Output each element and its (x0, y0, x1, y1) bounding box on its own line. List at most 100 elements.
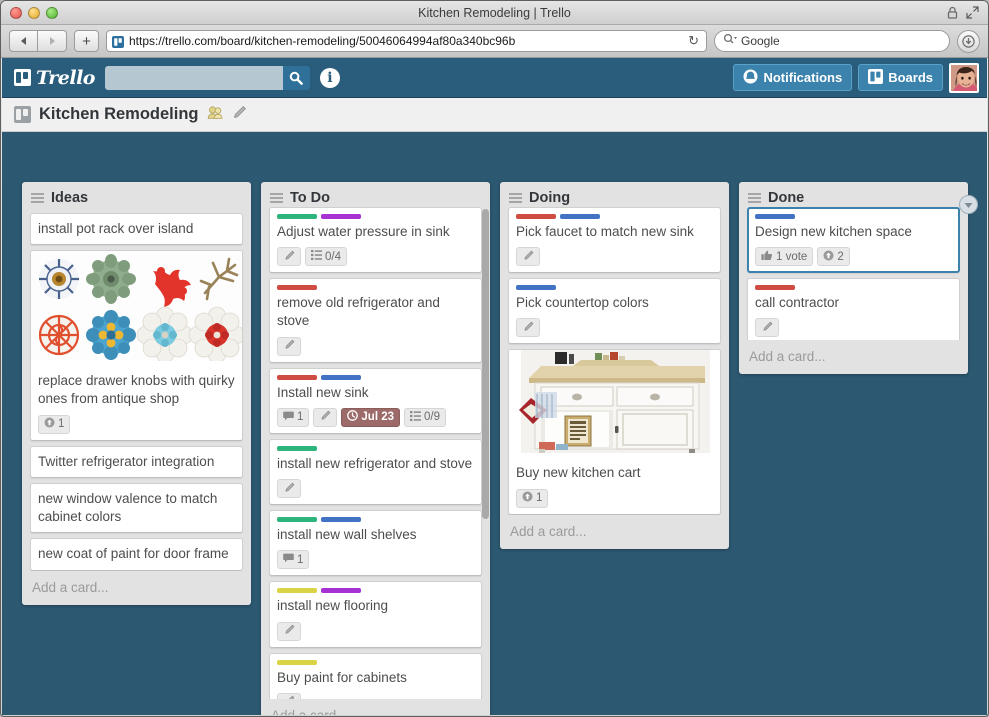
card-badges (516, 247, 713, 267)
reload-button[interactable]: ↻ (688, 33, 701, 49)
boards-icon (868, 68, 884, 87)
label-red[interactable] (516, 214, 556, 219)
edit-badge[interactable] (755, 318, 779, 338)
card-cover-image (509, 350, 720, 458)
badge-text: 1 (536, 492, 543, 505)
attachment-badge[interactable]: 1 (516, 488, 549, 508)
comment-badge[interactable]: 1 (277, 407, 310, 427)
checklist-badge[interactable]: 0/4 (305, 247, 347, 267)
add-card-button[interactable]: Add a card... (739, 340, 968, 370)
card-badges (277, 692, 474, 699)
pencil-icon (284, 695, 295, 699)
label-blue[interactable] (321, 517, 361, 523)
pencil-icon (284, 482, 295, 496)
edit-badge[interactable] (277, 479, 301, 499)
card[interactable]: install new wall shelves 1 (269, 510, 482, 577)
vote-badge[interactable]: 1 vote (755, 247, 814, 267)
due-date-badge[interactable]: Jul 23 (341, 407, 401, 427)
list-scrollbar[interactable] (482, 209, 489, 519)
card[interactable]: Buy paint for cabinets (269, 652, 482, 699)
list-menu-icon[interactable] (748, 193, 761, 203)
card-badges: 1 (516, 488, 713, 508)
card[interactable]: Design new kitchen space 1 vote 2 (747, 207, 960, 274)
card[interactable]: Adjust water pressure in sink 0/4 (269, 207, 482, 274)
label-purple[interactable] (321, 588, 361, 594)
avatar[interactable] (949, 62, 979, 93)
label-green[interactable] (277, 214, 317, 219)
boards-button[interactable]: Boards (858, 64, 943, 91)
label-blue[interactable] (516, 285, 556, 291)
card[interactable]: install pot rack over island (30, 213, 243, 246)
trello-search[interactable] (104, 65, 310, 90)
members-icon[interactable] (207, 105, 224, 125)
downloads-button[interactable] (957, 29, 980, 53)
edit-badge[interactable] (313, 407, 338, 427)
list-title: Ideas (51, 190, 89, 206)
card[interactable]: Pick faucet to match new sink (508, 207, 721, 274)
page-content: Trello i Notifications Boards Kitchen Re… (2, 58, 987, 715)
label-blue[interactable] (560, 214, 600, 219)
browser-search-box[interactable]: Google (714, 30, 950, 52)
edit-badge[interactable] (516, 247, 540, 267)
edit-badge[interactable] (277, 247, 301, 267)
edit-badge[interactable] (277, 621, 301, 641)
search-icon[interactable] (282, 65, 310, 90)
list-menu-icon[interactable] (31, 193, 44, 203)
new-tab-button[interactable]: + (74, 30, 99, 52)
add-card-button[interactable]: Add a card... (22, 571, 251, 601)
trello-logo[interactable]: Trello (14, 67, 95, 89)
edit-badge[interactable] (516, 318, 540, 338)
attachment-badge[interactable]: 1 (38, 414, 71, 434)
card[interactable]: replace drawer knobs with quirky ones fr… (30, 250, 243, 441)
pencil-icon[interactable] (232, 105, 247, 125)
card[interactable]: Buy new kitchen cart 1 (508, 349, 721, 515)
card[interactable]: Install new sink 1 Jul 23 0/9 (269, 367, 482, 434)
card-title: new window valence to match cabinet colo… (38, 490, 218, 525)
label-blue[interactable] (321, 374, 361, 380)
chevron-down-icon (964, 196, 973, 214)
card-labels (277, 659, 474, 665)
comment-badge[interactable]: 1 (277, 550, 310, 570)
card[interactable]: install new flooring (269, 581, 482, 648)
card[interactable]: install new refrigerator and stove (269, 438, 482, 506)
card-badges (277, 621, 474, 641)
card[interactable]: call contractor (747, 278, 960, 340)
label-blue[interactable] (755, 214, 795, 219)
notifications-button[interactable]: Notifications (733, 64, 853, 91)
label-red[interactable] (277, 285, 317, 291)
card[interactable]: Pick countertop colors (508, 278, 721, 345)
card-badges: 1 (277, 550, 474, 570)
card[interactable]: new window valence to match cabinet colo… (30, 482, 243, 534)
add-card-button[interactable]: Add a card... (261, 699, 490, 715)
add-card-button[interactable]: Add a card... (500, 515, 729, 545)
checklist-badge[interactable]: 0/9 (404, 407, 447, 427)
pencil-icon (762, 321, 773, 335)
attachment-badge[interactable]: 2 (817, 247, 850, 267)
list-title: To Do (290, 190, 330, 206)
label-yellow[interactable] (277, 659, 317, 665)
label-red[interactable] (277, 374, 317, 380)
card[interactable]: remove old refrigerator and stove (269, 278, 482, 363)
label-purple[interactable] (321, 214, 361, 219)
info-icon[interactable]: i (319, 67, 340, 88)
label-yellow[interactable] (277, 588, 317, 594)
card-title: Install new sink (277, 384, 369, 400)
list-menu-icon[interactable] (509, 193, 522, 203)
card-labels (277, 214, 474, 219)
card[interactable]: new coat of paint for door frame (30, 538, 243, 571)
label-green[interactable] (277, 517, 317, 523)
edit-badge[interactable] (277, 336, 301, 356)
edit-badge[interactable] (277, 692, 301, 699)
card[interactable]: Twitter refrigerator integration (30, 445, 243, 478)
back-button[interactable] (9, 30, 38, 52)
label-green[interactable] (277, 445, 317, 451)
search-input[interactable] (104, 65, 283, 90)
list-header[interactable]: Ideas (22, 182, 251, 213)
browser-search-label: Google (741, 34, 780, 48)
browser-toolbar: + https://trello.com/board/kitchen-remod… (1, 25, 988, 58)
label-red[interactable] (755, 285, 795, 291)
list-menu-icon[interactable] (270, 193, 283, 203)
forward-button[interactable] (38, 30, 67, 52)
sidebar-toggle-button[interactable] (959, 195, 978, 214)
url-bar[interactable]: https://trello.com/board/kitchen-remodel… (106, 30, 707, 52)
